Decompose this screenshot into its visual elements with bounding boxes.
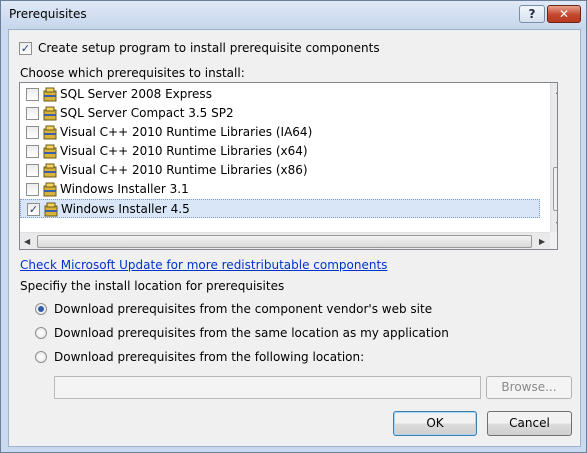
dialog-client-area: ✓ Create setup program to install prereq… bbox=[8, 29, 581, 447]
prerequisite-checkbox[interactable] bbox=[26, 164, 39, 177]
vertical-scroll-thumb[interactable] bbox=[553, 167, 557, 211]
scroll-left-icon[interactable]: ◀ bbox=[24, 237, 30, 246]
package-icon bbox=[43, 144, 57, 159]
list-item[interactable]: Visual C++ 2010 Runtime Libraries (IA64) bbox=[20, 123, 540, 142]
list-item[interactable]: SQL Server Compact 3.5 SP2 bbox=[20, 104, 540, 123]
scroll-down-icon[interactable]: ▼ bbox=[556, 220, 557, 229]
prerequisite-label: SQL Server 2008 Express bbox=[60, 87, 212, 101]
scroll-right-icon[interactable]: ▶ bbox=[539, 237, 545, 246]
vertical-scrollbar[interactable]: ▲ ▼ bbox=[550, 83, 557, 232]
following-location-radio[interactable] bbox=[35, 351, 47, 363]
scrollbar-corner bbox=[550, 232, 557, 249]
prerequisite-checkbox[interactable] bbox=[26, 107, 39, 120]
close-button[interactable]: ✕ bbox=[547, 5, 581, 23]
choose-prerequisites-label: Choose which prerequisites to install: bbox=[20, 66, 245, 80]
vendor-site-label[interactable]: Download prerequisites from the componen… bbox=[54, 302, 432, 316]
prerequisite-label: Visual C++ 2010 Runtime Libraries (IA64) bbox=[60, 125, 313, 139]
create-setup-label[interactable]: Create setup program to install prerequi… bbox=[38, 41, 380, 55]
following-location-label[interactable]: Download prerequisites from the followin… bbox=[54, 350, 364, 364]
check-microsoft-update-link[interactable]: Check Microsoft Update for more redistri… bbox=[20, 258, 387, 272]
list-item[interactable]: Windows Installer 3.1 bbox=[20, 180, 540, 199]
package-icon bbox=[43, 106, 57, 121]
package-icon bbox=[43, 182, 57, 197]
package-icon bbox=[43, 163, 57, 178]
location-path-input[interactable] bbox=[54, 376, 481, 399]
prerequisite-checkbox[interactable] bbox=[26, 183, 39, 196]
same-location-label[interactable]: Download prerequisites from the same loc… bbox=[54, 326, 449, 340]
list-item[interactable]: Visual C++ 2010 Runtime Libraries (x64) bbox=[20, 142, 540, 161]
horizontal-scroll-thumb[interactable] bbox=[37, 235, 532, 248]
prerequisite-label: Windows Installer 4.5 bbox=[61, 202, 190, 216]
prerequisite-checkbox[interactable]: ✓ bbox=[27, 203, 40, 216]
cancel-button[interactable]: Cancel bbox=[487, 411, 572, 436]
prerequisites-list[interactable]: SQL Server 2008 Express SQL Server Compa… bbox=[19, 82, 558, 250]
prerequisites-dialog: Prerequisites ? ✕ ✓ Create setup program… bbox=[0, 0, 587, 453]
prerequisite-label: Windows Installer 3.1 bbox=[60, 182, 189, 196]
list-item-selected[interactable]: ✓ Windows Installer 4.5 bbox=[20, 199, 540, 218]
prerequisite-label: SQL Server Compact 3.5 SP2 bbox=[60, 106, 234, 120]
same-location-radio[interactable] bbox=[35, 327, 47, 339]
browse-button[interactable]: Browse... bbox=[486, 376, 572, 399]
horizontal-scrollbar[interactable]: ◀ ▶ bbox=[20, 232, 550, 249]
ok-button[interactable]: OK bbox=[393, 411, 477, 436]
prerequisite-label: Visual C++ 2010 Runtime Libraries (x86) bbox=[60, 163, 308, 177]
prerequisite-checkbox[interactable] bbox=[26, 126, 39, 139]
prerequisite-checkbox[interactable] bbox=[26, 145, 39, 158]
title-bar[interactable]: Prerequisites ? ✕ bbox=[1, 1, 586, 29]
window-title: Prerequisites bbox=[9, 7, 87, 21]
prerequisite-checkbox[interactable] bbox=[26, 88, 39, 101]
install-location-heading: Specifiy the install location for prereq… bbox=[20, 279, 285, 293]
scroll-up-icon[interactable]: ▲ bbox=[556, 86, 557, 95]
vendor-site-radio[interactable] bbox=[35, 303, 47, 315]
list-item[interactable]: SQL Server 2008 Express bbox=[20, 85, 540, 104]
prerequisite-label: Visual C++ 2010 Runtime Libraries (x64) bbox=[60, 144, 308, 158]
package-icon bbox=[44, 202, 58, 217]
create-setup-checkbox[interactable]: ✓ bbox=[19, 42, 32, 55]
package-icon bbox=[43, 125, 57, 140]
radio-selected-dot bbox=[38, 306, 44, 312]
package-icon bbox=[43, 87, 57, 102]
list-item[interactable]: Visual C++ 2010 Runtime Libraries (x86) bbox=[20, 161, 540, 180]
help-button[interactable]: ? bbox=[519, 5, 545, 23]
